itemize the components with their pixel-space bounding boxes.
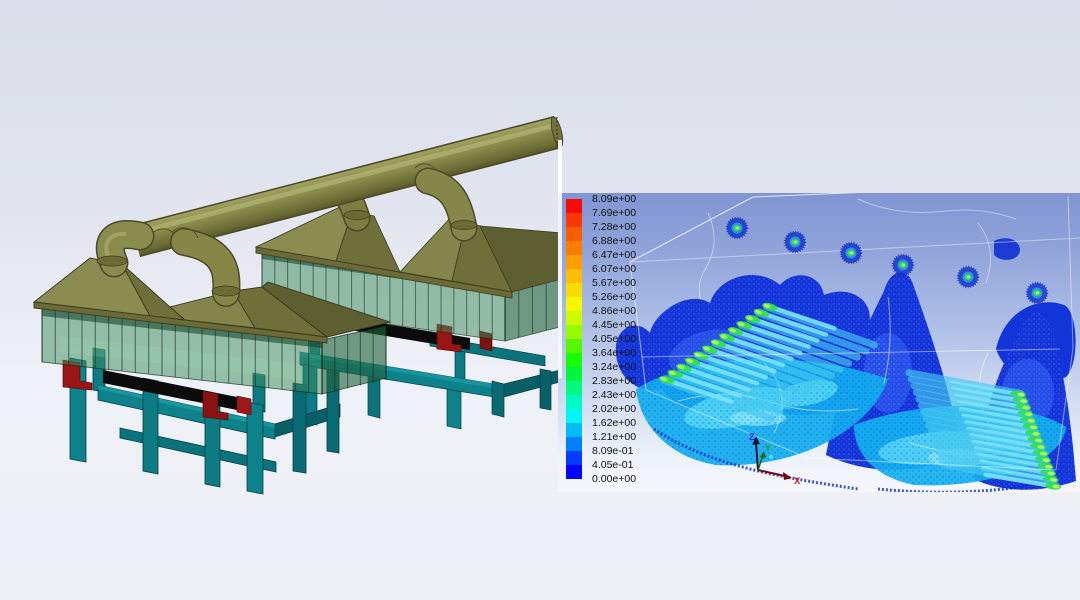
z-axis-label: Z [749,432,755,443]
legend-color-band [566,339,582,353]
legend-color-band [566,269,582,283]
top-isosurface-blob [785,232,806,253]
velocity-legend: 8.09e+00 7.69e+00 7.28e+00 6.88e+00 6.47e+00… [566,193,686,492]
panel-edge-strip [558,140,562,378]
legend-value: 3.64e+00 [592,347,636,359]
unit2-right-elbow [428,181,477,230]
legend-color-band [566,451,582,465]
legend-value: 5.67e+00 [592,277,636,289]
unit1-left-elbow [97,234,140,266]
y-axis-node [769,455,773,459]
legend-color-band [566,199,582,213]
legend-value: 8.09e+00 [592,193,636,205]
unit1-right-elbow [172,228,240,296]
legend-value: 6.47e+00 [592,249,636,261]
legend-color-band [566,381,582,395]
legend-color-band [566,395,582,409]
legend-color-band [566,227,582,241]
legend-color-band [566,241,582,255]
legend-color-band [566,437,582,451]
legend-color-band [566,297,582,311]
top-isosurface-blob [841,243,862,264]
top-isosurface-blob [727,218,748,239]
legend-color-band [566,423,582,437]
legend-value: 7.28e+00 [592,221,636,233]
legend-value: 1.21e+00 [592,431,636,443]
legend-value: 4.86e+00 [592,305,636,317]
x-axis-label: X [794,476,801,487]
legend-value: 5.26e+00 [592,291,636,303]
legend-value: 3.24e+00 [592,361,636,373]
y-axis-label: Y [765,443,771,453]
legend-value: 2.83e+00 [592,375,636,387]
legend-color-band [566,409,582,423]
legend-color-band [566,325,582,339]
legend-value: 6.07e+00 [592,263,636,275]
legend-color-band [566,311,582,325]
top-isosurface-blob [893,255,914,276]
legend-color-band [566,283,582,297]
legend-value: 4.45e+00 [592,319,636,331]
x-axis-arrow [783,472,792,480]
legend-color-band [566,367,582,381]
legend-color-band [566,213,582,227]
top-isosurface-blob [1027,283,1048,304]
legend-value: 1.62e+00 [592,417,636,429]
legend-value: 7.69e+00 [592,207,636,219]
legend-color-band [566,353,582,367]
legend-value: 4.05e+00 [592,333,636,345]
legend-color-band [566,465,582,479]
legend-value: 2.43e+00 [592,389,636,401]
legend-color-band [566,255,582,269]
legend-value: 0.00e+00 [592,473,636,485]
top-isosurface-blob [958,267,979,288]
legend-value: 6.88e+00 [592,235,636,247]
legend-value: 2.02e+00 [592,403,636,415]
figure-canvas: Z X Y 8.09e+00 7.69e+00 7.28e+00 6.88e+00 6.… [0,0,1080,600]
legend-value: 4.05e-01 [592,459,633,471]
cfd-contour-panel: Z X Y 8.09e+00 7.69e+00 7.28e+00 6.88e+00 6.… [558,193,1080,492]
legend-value: 8.09e-01 [592,445,633,457]
